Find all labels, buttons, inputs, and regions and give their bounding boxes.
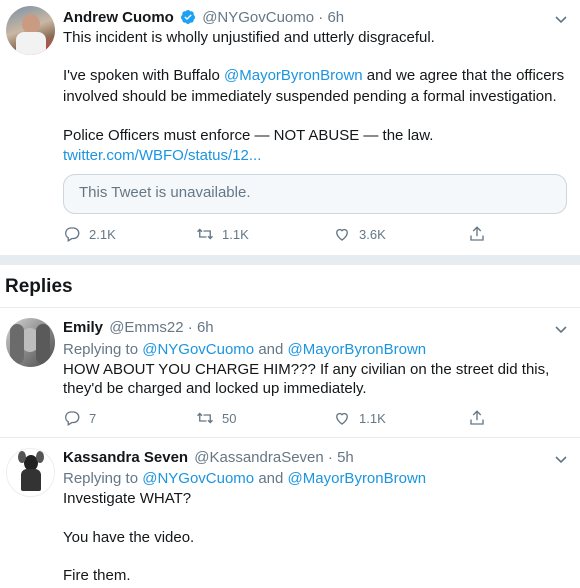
like-icon: [336, 228, 348, 241]
tweet-text-line: Police Officers must enforce — NOT ABUSE…: [63, 127, 434, 144]
quoted-tweet-card[interactable]: This Tweet is unavailable.: [63, 174, 567, 214]
like-button[interactable]: 1.1K: [333, 409, 386, 427]
reply-button[interactable]: 7: [63, 409, 96, 427]
author-name[interactable]: Kassandra Seven: [63, 449, 188, 466]
section-divider: [0, 255, 580, 265]
chevron-down-icon[interactable]: [554, 452, 568, 466]
tweet-time[interactable]: · 6h: [188, 319, 214, 336]
like-icon: [336, 412, 348, 425]
chevron-down-icon[interactable]: [554, 322, 568, 336]
tweet-time[interactable]: · 6h: [318, 9, 344, 26]
reply-count: 2.1K: [89, 226, 116, 242]
tweet-link[interactable]: twitter.com/WBFO/status/12...: [63, 146, 261, 166]
quoted-tweet-text: This Tweet is unavailable.: [79, 184, 251, 201]
author-name[interactable]: Emily: [63, 319, 103, 336]
retweet-button[interactable]: 1.1K: [196, 225, 249, 243]
retweet-button[interactable]: 50: [196, 409, 236, 427]
retweet-count: 1.1K: [222, 226, 249, 242]
replying-to: Replying to @NYGovCuomo and @MayorByronB…: [63, 341, 427, 358]
reply-icon: [65, 411, 80, 426]
share-icon: [470, 410, 484, 425]
replying-to: Replying to @NYGovCuomo and @MayorByronB…: [63, 470, 427, 487]
mention-link[interactable]: @MayorByronBrown: [224, 67, 363, 84]
like-count: 1.1K: [359, 410, 386, 426]
reply-button[interactable]: 2.1K: [63, 225, 116, 243]
reply-icon: [65, 227, 80, 242]
mention-link[interactable]: @MayorByronBrown: [288, 470, 427, 487]
tweet-text-line: Fire them.: [63, 567, 131, 584]
retweet-icon: [197, 228, 213, 240]
retweet-count: 50: [222, 410, 237, 426]
tweet-text-line: involved should be immediately suspended…: [63, 88, 557, 105]
mention-link[interactable]: @MayorByronBrown: [288, 341, 427, 358]
main-tweet[interactable]: Andrew Cuomo @NYGovCuomo · 6h This incid…: [0, 0, 580, 255]
author-handle[interactable]: @Emms22: [109, 319, 183, 336]
tweet-text-line: You have the video.: [63, 529, 195, 546]
tweet-time[interactable]: · 5h: [328, 449, 354, 466]
avatar[interactable]: [6, 318, 55, 367]
retweet-icon: [197, 412, 213, 424]
share-button[interactable]: [468, 409, 486, 427]
author-handle[interactable]: @NYGovCuomo: [202, 9, 314, 26]
share-icon: [470, 226, 484, 241]
tweet-text-line: they'd be charged and locked up immediat…: [63, 380, 367, 397]
reply-tweet[interactable]: Emily @Emms22 · 6h Replying to @NYGovCuo…: [0, 308, 580, 436]
share-button[interactable]: [468, 225, 486, 243]
reply-tweet[interactable]: Kassandra Seven @KassandraSeven · 5h Rep…: [0, 438, 580, 588]
mention-link[interactable]: @NYGovCuomo: [142, 470, 254, 487]
author-handle[interactable]: @KassandraSeven: [194, 449, 323, 466]
tweet-text-line: HOW ABOUT YOU CHARGE HIM??? If any civil…: [63, 361, 550, 378]
mention-link[interactable]: @NYGovCuomo: [142, 341, 254, 358]
reply-count: 7: [89, 410, 97, 426]
avatar[interactable]: [6, 6, 55, 55]
tweet-text-line: This incident is wholly unjustified and …: [63, 29, 435, 46]
author-name[interactable]: Andrew Cuomo: [63, 9, 174, 26]
like-count: 3.6K: [359, 226, 386, 242]
verified-badge-icon: [181, 10, 196, 25]
tweet-text-line: I've spoken with Buffalo @MayorByronBrow…: [63, 67, 565, 84]
tweet-text-line: Investigate WHAT?: [63, 490, 192, 507]
like-button[interactable]: 3.6K: [333, 225, 386, 243]
replies-header: Replies: [5, 276, 73, 297]
chevron-down-icon[interactable]: [554, 12, 568, 26]
avatar[interactable]: [6, 448, 55, 497]
